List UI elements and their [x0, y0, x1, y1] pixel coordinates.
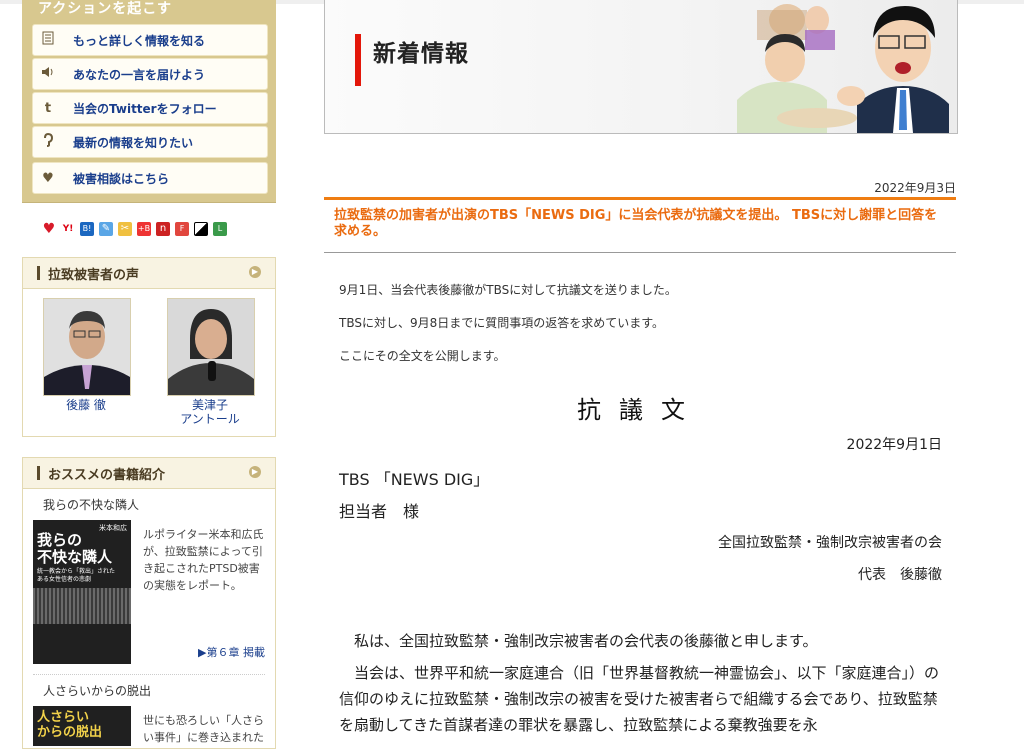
intro-paragraph: ここにその全文を公開します。: [339, 349, 506, 363]
livedoor-share-icon[interactable]: L: [213, 222, 227, 236]
hatena-bookmark-icon[interactable]: B!: [80, 222, 94, 236]
news-banner: 新着情報: [324, 0, 958, 134]
book-title[interactable]: 我らの不快な隣人: [43, 496, 139, 513]
person-name[interactable]: 美津子 アントール: [167, 398, 253, 426]
title-bar-mark: [37, 466, 40, 480]
yahoo-bookmark-icon[interactable]: Y!: [61, 222, 75, 236]
person-photo[interactable]: [43, 298, 131, 396]
banner-red-bar: [355, 34, 361, 86]
action-item-twitter[interactable]: t 当会のTwitterをフォロー: [32, 92, 268, 124]
panel-title-text: 拉致被害者の声: [48, 267, 140, 283]
action-item-more-info[interactable]: もっと詳しく情報を知る: [32, 24, 268, 56]
bookmark-share-icon[interactable]: n: [156, 222, 170, 236]
headline-box: 拉致監禁の加害者が出演のTBS「NEWS DIG」に当会代表が抗議文を提出。 T…: [324, 197, 956, 253]
action-item-label: もっと詳しく情報を知る: [73, 33, 206, 48]
title-bar-mark: [37, 266, 40, 280]
protest-title: 抗議文: [577, 396, 703, 424]
intro-paragraph: TBSに対し、9月8日までに質問事項の返答を求めています。: [339, 316, 665, 330]
action-header: アクションを起こす: [38, 1, 173, 17]
action-item-label: 最新の情報を知りたい: [73, 135, 194, 150]
letter-paragraph: 当会は、世界平和統一家庭連合（旧「世界基督教統一神霊協会」、以下「家庭連合」）の…: [339, 664, 940, 734]
clip-share-icon[interactable]: ✂: [118, 222, 132, 236]
voices-panel: 拉致被害者の声 ▶ 後藤 徹 美津子 アントール: [22, 257, 276, 437]
sender-organization: 全国拉致監禁・強制改宗被害者の会: [718, 535, 942, 551]
action-box: アクションを起こす もっと詳しく情報を知る あなたの一言を届けよう t 当会のT…: [22, 0, 276, 203]
book-cover[interactable]: 米本和広 我らの 不快な隣人 統一教会から「救出」された ある女性信者の悲劇: [33, 520, 131, 664]
person-name[interactable]: 後藤 徹: [43, 398, 129, 412]
action-item-send-message[interactable]: あなたの一言を届けよう: [32, 58, 268, 90]
action-item-consult[interactable]: ♥ 被害相談はこちら: [32, 162, 268, 194]
letter-date: 2022年9月1日: [846, 437, 942, 453]
divider: [33, 674, 265, 675]
news-headline: 拉致監禁の加害者が出演のTBS「NEWS DIG」に当会代表が抗議文を提出。 T…: [334, 208, 938, 239]
intro-paragraph: 9月1日、当会代表後藤徹がTBSに対して抗議文を送りました。: [339, 283, 677, 297]
more-arrow-icon[interactable]: ▶: [249, 266, 261, 278]
books-panel-title: おススメの書籍紹介 ▶: [23, 458, 275, 489]
book-title[interactable]: 人さらいからの脱出: [43, 682, 151, 699]
book-cover[interactable]: 人さらい からの脱出: [33, 706, 131, 746]
twitter-icon: t: [44, 100, 52, 116]
sender-person: 代表 後藤徹: [858, 567, 942, 583]
news-date: 2022年9月3日: [874, 181, 956, 195]
cover-crowd-image: [33, 588, 131, 624]
books-panel: おススメの書籍紹介 ▶ 我らの不快な隣人 米本和広 我らの 不快な隣人 統一教会…: [22, 457, 276, 749]
cover-title: 我らの 不快な隣人: [37, 531, 113, 566]
banner-illustration: [737, 4, 949, 133]
person-photo[interactable]: [167, 298, 255, 396]
action-item-label: あなたの一言を届けよう: [73, 67, 206, 82]
delicious-share-icon[interactable]: [194, 222, 208, 236]
heart-share-icon[interactable]: ♥: [42, 222, 56, 236]
letter-recipient: TBS 「NEWS DIG」: [339, 470, 490, 489]
cover-subtitle: 統一教会から「救出」された ある女性信者の悲劇: [37, 568, 116, 583]
document-icon: [33, 31, 63, 49]
action-item-label: 当会のTwitterをフォロー: [73, 101, 217, 116]
heart-icon: ♥: [42, 170, 54, 186]
panel-title-text: おススメの書籍紹介: [48, 467, 166, 483]
feed-share-icon[interactable]: F: [175, 222, 189, 236]
voice-person-goto[interactable]: 後藤 徹: [43, 298, 131, 412]
voices-panel-title: 拉致被害者の声 ▶: [23, 258, 275, 289]
ear-icon: [33, 132, 63, 151]
cover-title: 人さらい からの脱出: [37, 710, 103, 740]
voice-person-mitsuko[interactable]: 美津子 アントール: [167, 298, 255, 426]
letter-recipient-person: 担当者 様: [339, 502, 420, 521]
speaker-icon: [33, 66, 63, 82]
more-arrow-icon[interactable]: ▶: [249, 466, 261, 478]
banner-title: 新着情報: [373, 41, 469, 67]
pencil-share-icon[interactable]: ✎: [99, 222, 113, 236]
letter-paragraph: 私は、全国拉致監禁・強制改宗被害者の会代表の後藤徹と申します。: [354, 632, 818, 650]
book-chapter-link[interactable]: ▶第６章 掲載: [198, 644, 265, 660]
plus-share-icon[interactable]: +B: [137, 222, 151, 236]
action-item-label: 被害相談はこちら: [73, 171, 170, 186]
book-description: ルポライター米本和広氏が、拉致監禁によって引き起こされたPTSD被害の実態をレポ…: [143, 528, 264, 592]
share-icons-row: ♥ Y! B! ✎ ✂ +B n F L: [42, 222, 227, 236]
action-item-latest[interactable]: 最新の情報を知りたい: [32, 126, 268, 158]
book-description: 世にも恐ろしい「人さらい事件」に巻き込まれた: [143, 714, 264, 744]
